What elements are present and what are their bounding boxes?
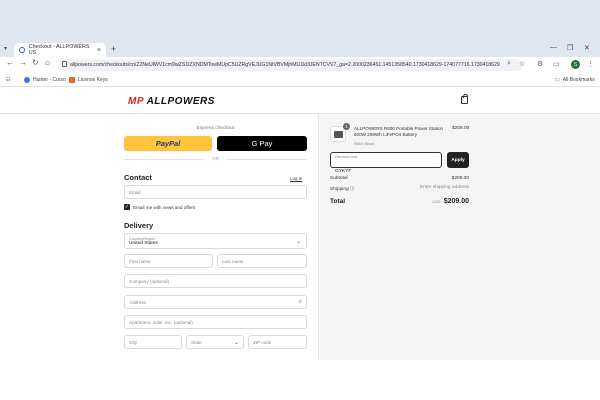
menu-icon[interactable]: ⋮ (587, 60, 594, 68)
logo-mark: MP (128, 96, 144, 107)
total-label: Total (330, 198, 346, 205)
zip-field[interactable]: ZIP code (248, 335, 307, 349)
zoom-icon[interactable]: ⌕ (507, 60, 511, 68)
bookmark-label: License Keys (78, 77, 108, 83)
maximize-icon[interactable]: ❐ (567, 44, 573, 52)
bookmark-star-icon[interactable]: ☆ (519, 60, 525, 68)
total-currency: USD (432, 199, 441, 204)
product-price: $209.00 (452, 126, 470, 131)
or-divider: OR (124, 156, 307, 161)
total-value: $209.00 (443, 198, 469, 205)
apply-button[interactable]: Apply (447, 152, 469, 168)
subtotal-value: $209.00 (451, 176, 469, 181)
address-bar[interactable]: allpowers.com/checkouts/cn/Z2NeUlWV1cm9w… (58, 59, 523, 71)
last-name-field[interactable]: Last name (217, 254, 307, 268)
home-icon[interactable]: ⌂ (45, 58, 50, 67)
bookmark-hunter-icon (24, 77, 30, 83)
all-bookmarks-label: All Bookmarks (562, 77, 595, 83)
shipping-value: Enter shipping address (419, 185, 469, 190)
subtotal-label: Subtotal (330, 176, 348, 181)
country-select[interactable]: Country/Region United States ⌄ (124, 233, 307, 249)
discount-label: Discount code (335, 155, 358, 159)
logo-text: ALLPOWERS (146, 96, 215, 107)
extensions-icon[interactable]: ⚙ (537, 60, 543, 68)
newsletter-label: Email me with news and offers (133, 204, 196, 210)
first-name-placeholder: First name (129, 258, 151, 264)
email-field[interactable]: Email (124, 185, 307, 199)
log-in-link[interactable]: Log in (290, 176, 302, 181)
city-field[interactable]: City (124, 335, 182, 349)
bookmark-hunter[interactable]: Hunter - Curso (24, 77, 66, 83)
email-placeholder: Email (129, 189, 141, 195)
site-info-icon[interactable] (62, 61, 67, 67)
chevron-down-icon: ⌄ (295, 239, 301, 245)
product-name: ALLPOWERS R600 Portable Power Station 60… (354, 126, 444, 137)
paypal-button[interactable]: PayPal (124, 136, 212, 151)
company-placeholder: Company (optional) (129, 278, 170, 284)
city-placeholder: City (129, 339, 137, 345)
apartment-placeholder: Apartment, suite, etc. (optional) (129, 319, 193, 325)
back-icon[interactable]: ← (6, 58, 14, 67)
last-name-placeholder: Last name (222, 258, 244, 264)
state-select[interactable]: State ⌄ (186, 335, 244, 349)
search-icon: ⌕ (298, 298, 302, 305)
subtotal-row: Subtotal $209.00 (330, 176, 469, 181)
minimize-icon[interactable]: — (550, 44, 557, 51)
state-placeholder: State (191, 339, 202, 345)
express-checkout-label: Express checkout (196, 126, 235, 131)
new-tab-button[interactable]: + (111, 44, 116, 54)
forward-icon[interactable]: → (19, 58, 27, 67)
tab-search-icon[interactable]: ▾ (4, 45, 7, 52)
newsletter-option[interactable]: ✓ Email me with news and offers (124, 204, 195, 210)
profile-avatar[interactable]: S (571, 60, 580, 69)
reload-icon[interactable]: ↻ (32, 58, 39, 67)
address-placeholder: Address (129, 299, 146, 305)
product-variant: R600 Black (354, 141, 375, 146)
all-bookmarks[interactable]: ▭ All Bookmarks (555, 77, 595, 83)
discount-value: GYKYF (335, 169, 352, 174)
google-pay-button[interactable]: G Pay (217, 136, 307, 151)
tab-favicon-icon (19, 47, 25, 53)
allpowers-logo[interactable]: MP ALLPOWERS (128, 96, 215, 107)
shipping-label[interactable]: Shipping ⓘ (330, 185, 355, 192)
newsletter-checkbox[interactable]: ✓ (124, 204, 130, 210)
quantity-badge: 1 (343, 123, 350, 130)
power-station-icon (334, 131, 343, 138)
apartment-field[interactable]: Apartment, suite, etc. (optional) (124, 315, 307, 329)
site-header (0, 87, 600, 114)
tab-title: Checkout - ALLPOWERS US (28, 44, 90, 56)
shopping-bag-icon[interactable] (461, 94, 468, 104)
apps-icon[interactable]: ☷ (6, 77, 10, 83)
chevron-down-icon: ⌄ (233, 339, 239, 346)
contact-heading: Contact (124, 173, 152, 182)
country-value: United States (129, 240, 158, 246)
first-name-field[interactable]: First name (124, 254, 213, 268)
zip-placeholder: ZIP code (253, 339, 272, 345)
discount-code-field[interactable]: Discount code GYKYF (330, 152, 442, 174)
order-summary-panel (318, 114, 600, 360)
address-field[interactable]: Address ⌕ (124, 295, 307, 309)
bookmark-license-icon (69, 77, 75, 83)
folder-icon: ▭ (555, 77, 560, 83)
shipping-row: Shipping ⓘ Enter shipping address (330, 185, 469, 192)
total-row: Total USD $209.00 (330, 198, 469, 205)
bookmark-label: Hunter - Curso (33, 77, 66, 83)
tab-close-icon[interactable]: × (97, 47, 101, 54)
bookmark-license-keys[interactable]: License Keys (69, 77, 108, 83)
tab-checkout[interactable]: Checkout - ALLPOWERS US × (14, 43, 106, 57)
delivery-heading: Delivery (124, 221, 154, 230)
window-close-icon[interactable]: ✕ (584, 44, 590, 52)
side-panel-icon[interactable]: ▭ (553, 60, 560, 68)
url-text: allpowers.com/checkouts/cn/Z2NeUlWV1cm9w… (70, 62, 500, 68)
company-field[interactable]: Company (optional) (124, 274, 307, 288)
